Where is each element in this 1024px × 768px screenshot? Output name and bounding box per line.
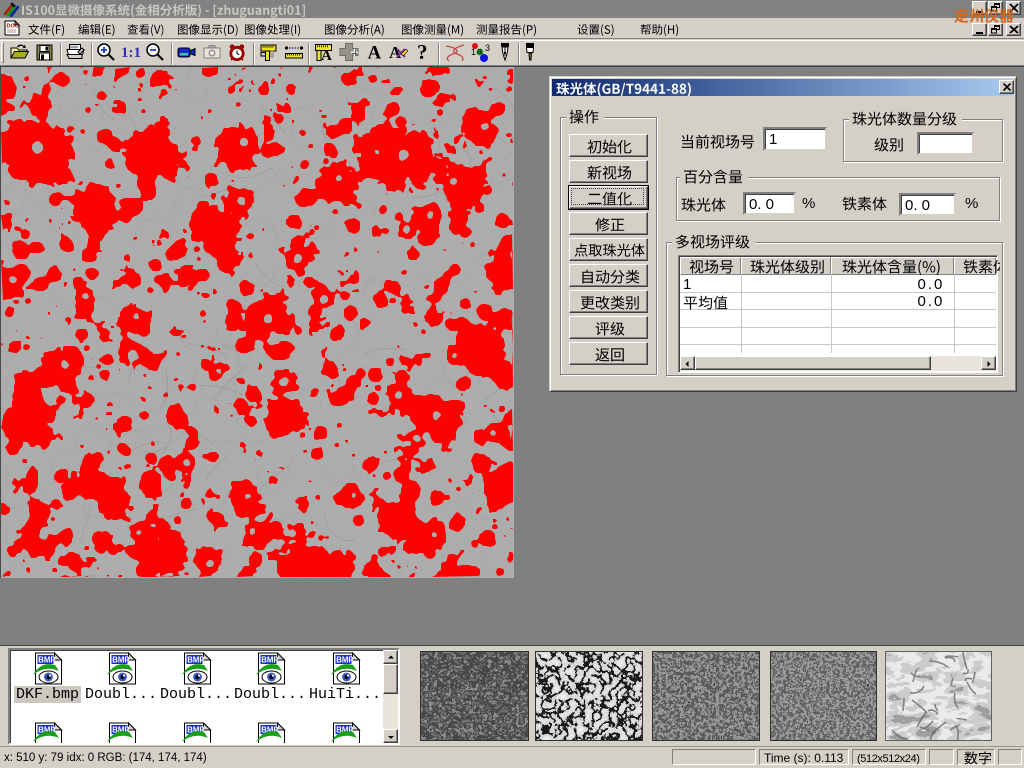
svg-text:A: A xyxy=(321,48,332,63)
svg-text:3: 3 xyxy=(485,43,490,53)
svg-text:?: ? xyxy=(417,41,428,63)
svg-text:BMP: BMP xyxy=(336,655,353,664)
svg-text:1: 1 xyxy=(471,47,476,57)
svg-text:DOC: DOC xyxy=(7,24,19,30)
svg-text:BMP: BMP xyxy=(187,655,204,664)
svg-text:1:1: 1:1 xyxy=(121,45,141,61)
svg-text:BMP: BMP xyxy=(261,655,278,664)
svg-text:A: A xyxy=(368,43,382,64)
svg-text:a: a xyxy=(477,46,482,56)
svg-text:BMP: BMP xyxy=(38,655,55,664)
svg-text:BMP: BMP xyxy=(112,655,129,664)
